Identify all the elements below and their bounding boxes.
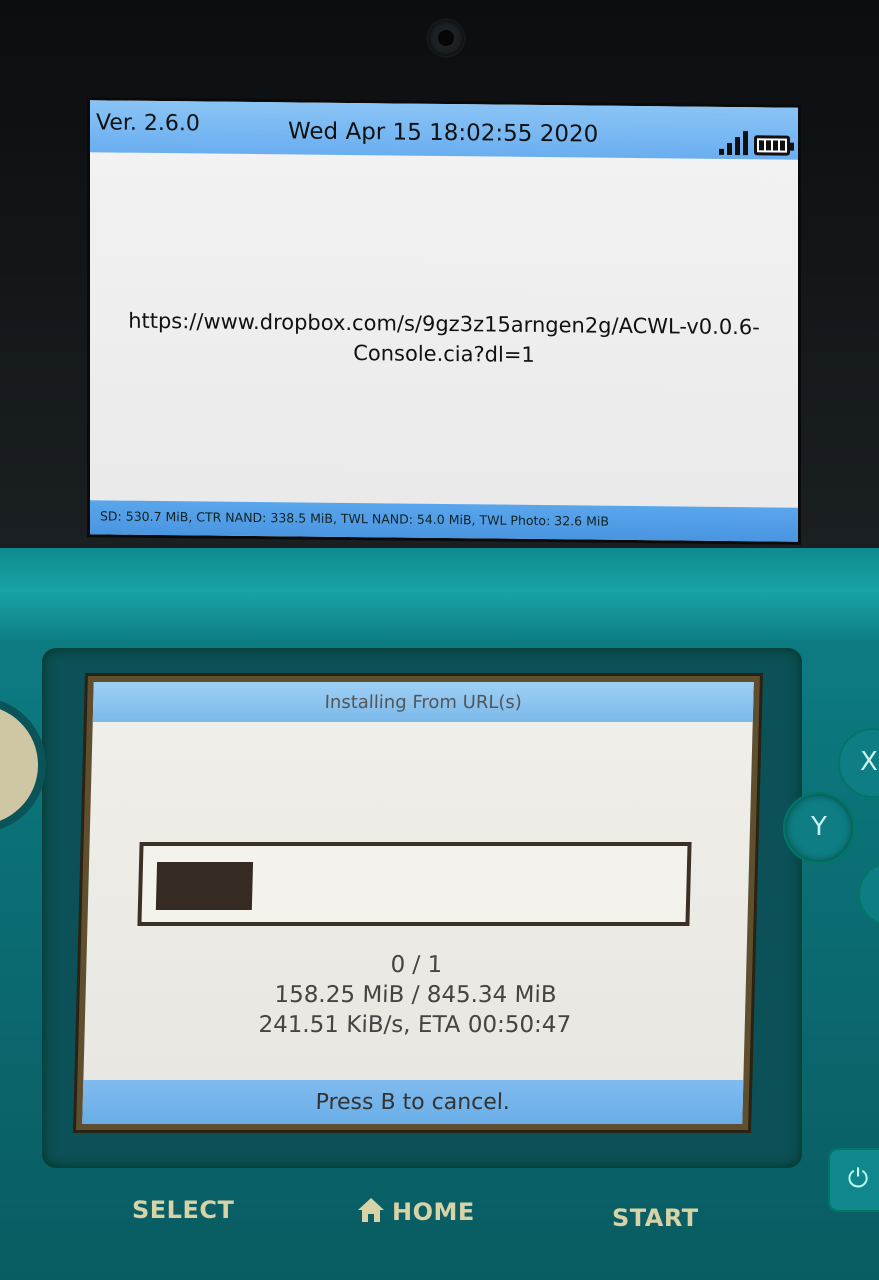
install-progress-bar (137, 842, 692, 926)
bottom-screen: Installing From URL(s) 0 / 1 158.25 MiB … (82, 682, 754, 1124)
start-button[interactable]: START (612, 1204, 699, 1232)
top-status-bar: Ver. 2.6.0 Wed Apr 15 18:02:55 2020 (90, 100, 798, 160)
cancel-hint: Press B to cancel. (315, 1090, 511, 1115)
top-screen: Ver. 2.6.0 Wed Apr 15 18:02:55 2020 http… (90, 100, 798, 542)
download-url: https://www.dropbox.com/s/9gz3z15arngen2… (90, 305, 798, 372)
progress-details: 0 / 1 158.25 MiB / 845.34 MiB 241.51 KiB… (84, 950, 746, 1040)
camera-lens (428, 20, 464, 56)
storage-info: SD: 530.7 MiB, CTR NAND: 338.5 MiB, TWL … (100, 508, 609, 529)
progress-bar-fill (155, 862, 254, 910)
speed-eta: 241.51 KiB/s, ETA 00:50:47 (258, 1012, 572, 1038)
version-label: Ver. 2.6.0 (96, 110, 200, 137)
datetime-label: Wed Apr 15 18:02:55 2020 (288, 118, 599, 148)
status-icons (719, 129, 790, 156)
size-progress: 158.25 MiB / 845.34 MiB (274, 982, 557, 1008)
footer-bar: Press B to cancel. (82, 1080, 744, 1124)
storage-info-bar: SD: 530.7 MiB, CTR NAND: 338.5 MiB, TWL … (90, 500, 798, 542)
battery-icon (754, 135, 790, 156)
title-bar: Installing From URL(s) (92, 682, 754, 722)
home-label: HOME (392, 1198, 475, 1226)
power-button[interactable]: ⏻ (828, 1148, 879, 1212)
power-icon: ⏻ (847, 1164, 869, 1194)
select-button[interactable]: SELECT (132, 1196, 234, 1224)
home-icon (358, 1198, 384, 1222)
home-button[interactable]: HOME (356, 1196, 475, 1226)
y-button[interactable]: Y (783, 792, 855, 864)
install-title: Installing From URL(s) (324, 692, 523, 713)
hinge (0, 548, 879, 644)
file-count: 0 / 1 (390, 952, 443, 978)
top-shell: Ver. 2.6.0 Wed Apr 15 18:02:55 2020 http… (0, 0, 879, 575)
wifi-signal-icon (719, 129, 748, 156)
